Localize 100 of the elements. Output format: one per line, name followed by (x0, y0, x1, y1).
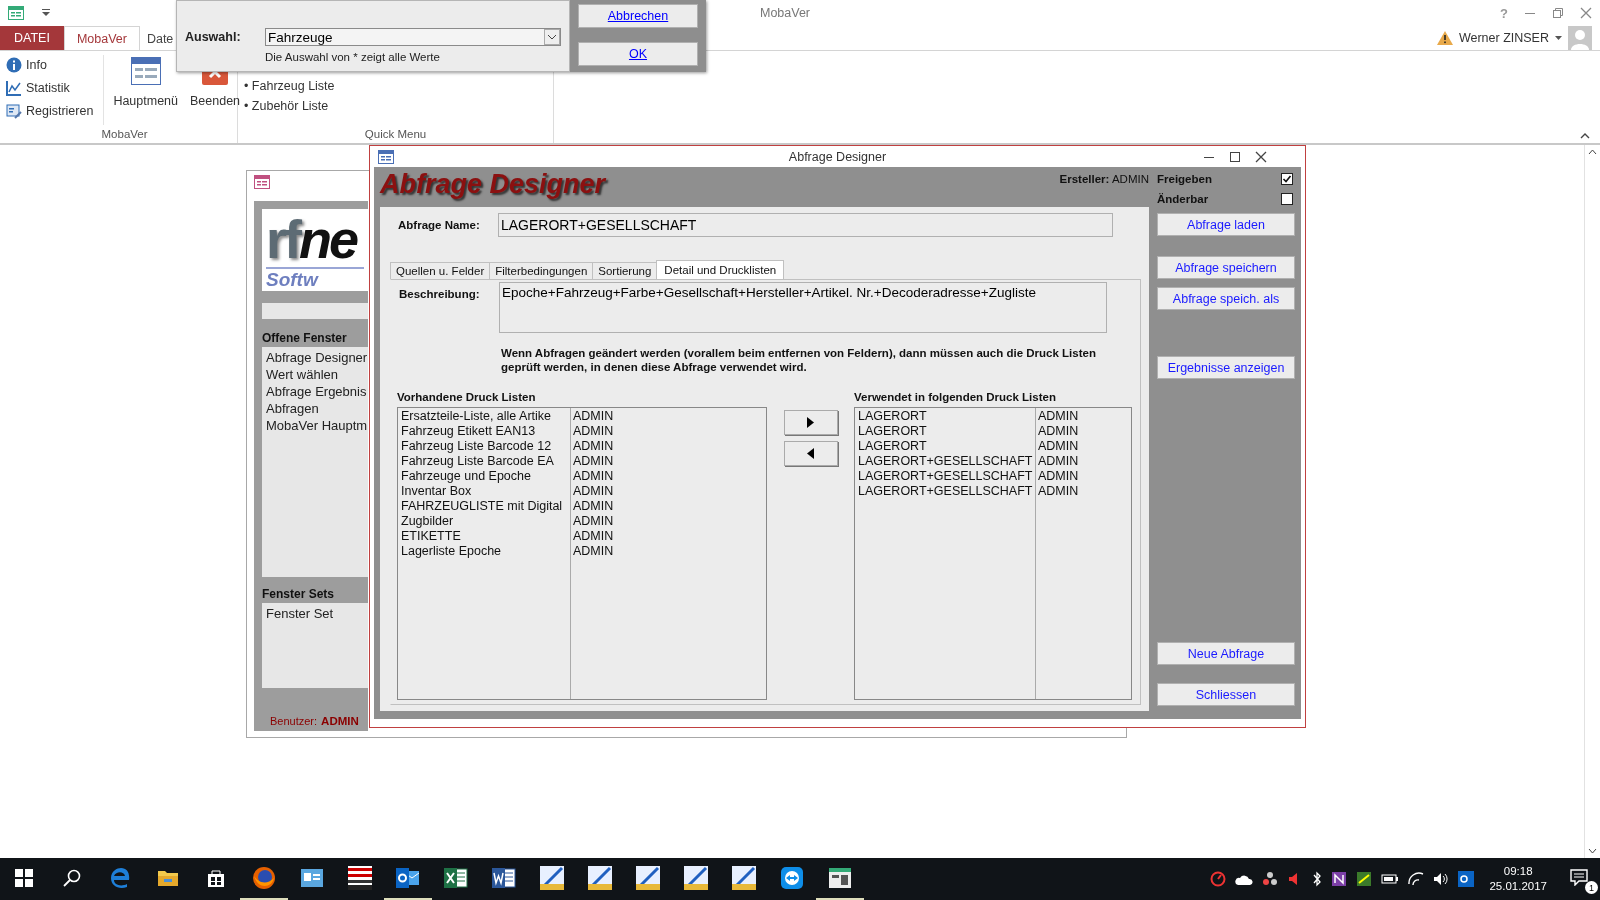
table-cell-text: LAGERORT+GESELLSCHAFT (857, 454, 1034, 469)
group-label: Quick Menu (364, 128, 427, 140)
diagonal-tile-icon[interactable] (732, 866, 756, 890)
table-cell-text: Zugbilder (400, 514, 455, 529)
table-cell-text: ADMIN (572, 514, 615, 529)
wifi-icon[interactable] (1408, 871, 1425, 887)
file-tab[interactable]: DATEI (0, 26, 64, 50)
windows-icon[interactable] (15, 869, 33, 887)
diagonal-tile-icon[interactable] (636, 866, 660, 890)
maximize-button[interactable] (1229, 150, 1241, 163)
tab[interactable]: Filterbedingungen (489, 262, 594, 279)
checkbox[interactable] (1281, 193, 1293, 205)
quick-menu-link[interactable]: • Fahrzeug Liste (244, 79, 544, 93)
list-item[interactable]: Abfragen (266, 400, 364, 417)
document-icon[interactable] (492, 867, 516, 889)
action-button[interactable]: Abfrage speich. als (1157, 287, 1295, 310)
user-name[interactable]: Werner ZINSER (1458, 31, 1549, 45)
clock-time[interactable]: 09:18 (1503, 864, 1533, 879)
form-heading: Abfrage Designer (380, 169, 606, 200)
right-triangle-icon (807, 417, 814, 428)
table-cell-text: ADMIN (572, 499, 615, 514)
table-cell-text: Fahrzeug Etikett EAN13 (400, 424, 537, 439)
scroll-down-icon[interactable] (1588, 848, 1597, 854)
dialog-button[interactable]: Abbrechen (578, 4, 698, 28)
selection-dropdown[interactable]: Fahrzeuge (265, 28, 561, 46)
checkbox[interactable] (1281, 173, 1293, 185)
form-pen-icon (6, 103, 22, 119)
diagonal-tile-icon[interactable] (588, 866, 612, 890)
table-cell-text: ADMIN (572, 529, 615, 544)
card-icon[interactable] (301, 869, 323, 887)
battery-icon[interactable] (1381, 871, 1400, 887)
mail-icon[interactable] (1458, 871, 1475, 887)
action-button[interactable]: Abfrage laden (1157, 213, 1295, 236)
clock-date[interactable]: 25.01.2017 (1489, 879, 1547, 894)
network-icon[interactable] (1262, 871, 1279, 887)
striped-tile-icon[interactable] (348, 866, 372, 890)
list-item[interactable]: Abfrage Ergebnis (266, 383, 364, 400)
table-cell-text: Lagerliste Epoche (400, 544, 503, 559)
user-value: ADMIN (321, 715, 359, 727)
tab[interactable]: Detail und Drucklisten (656, 260, 785, 279)
collapse-ribbon-icon[interactable] (1580, 133, 1590, 139)
add-button[interactable] (783, 410, 838, 435)
gauge-icon[interactable] (1210, 871, 1227, 887)
query-name-field[interactable]: LAGERORT+GESELLSCHAFT (498, 213, 1113, 237)
list-title: Verwendet in folgenden Druck Listen (854, 391, 1057, 403)
ribbon-button[interactable]: Beenden (190, 91, 241, 111)
customize-caret-icon[interactable] (42, 9, 50, 17)
bluetooth-icon[interactable] (1312, 871, 1323, 887)
folder-icon[interactable] (157, 868, 179, 888)
table-cell-text: LAGERORT+GESELLSCHAFT (857, 484, 1034, 499)
spreadsheet-icon[interactable] (444, 867, 468, 889)
logo: rfne Softw (262, 209, 368, 291)
tab[interactable]: Sortierung (592, 262, 658, 279)
action-button[interactable]: Schliessen (1157, 683, 1295, 706)
scroll-up-icon[interactable] (1588, 149, 1597, 155)
user-label: Benutzer: (270, 715, 318, 727)
ribbon-button[interactable]: Statistik (26, 78, 70, 98)
table-cell-text: ADMIN (1037, 469, 1080, 484)
description-field[interactable]: Epoche+Fahrzeug+Farbe+Gesellschaft+Hersteller+Artikel. Nr.+Decoderadresse+Zugliste (499, 282, 1107, 333)
browser-icon[interactable] (109, 867, 131, 889)
section-title: Offene Fenster (262, 331, 348, 345)
hint-text: Die Auswahl von * zeigt alle Werte (265, 51, 441, 63)
info-icon (6, 57, 22, 73)
note-icon[interactable] (1331, 871, 1348, 887)
action-button[interactable]: Abfrage speichern (1157, 256, 1295, 279)
remove-button[interactable] (783, 441, 838, 466)
tab[interactable]: Quellen u. Felder (390, 262, 491, 279)
globe-icon[interactable] (252, 866, 276, 890)
left-triangle-icon (807, 448, 814, 459)
action-button[interactable]: Ergebnisse anzeigen (1157, 356, 1295, 379)
volume-icon[interactable] (1433, 871, 1450, 887)
table-cell-text: LAGERORT (857, 439, 928, 454)
dropdown-caret-icon[interactable] (544, 29, 560, 45)
chip-icon[interactable] (1356, 871, 1373, 887)
diagonal-tile-icon[interactable] (684, 866, 708, 890)
warning-text: Wenn Abfragen geändert werden (vorallem beim entfernen von Feldern), dann müssen auch die Druck Listen geprüft werden, in denen diese Abfrage verwendet wird. (501, 346, 1097, 374)
ribbon-button[interactable]: Info (26, 55, 47, 75)
ribbon-tab[interactable]: MobaVer (63, 26, 140, 50)
action-button[interactable]: Neue Abfrage (1157, 642, 1295, 665)
input-field[interactable] (262, 303, 368, 319)
list-item[interactable]: Wert wählen (266, 366, 364, 383)
search-icon[interactable] (63, 869, 81, 887)
quick-menu-link[interactable]: • Zubehör Liste (244, 99, 544, 113)
notification-icon[interactable] (1570, 868, 1588, 886)
bag-icon[interactable] (206, 868, 226, 888)
list-title: Vorhandene Druck Listen (397, 391, 537, 403)
restore-button[interactable] (1552, 7, 1564, 19)
ribbon-button[interactable]: Hauptmenü (113, 91, 178, 111)
diagonal-tile-icon[interactable] (540, 866, 564, 890)
close-button[interactable] (1255, 150, 1267, 163)
mail-icon[interactable] (396, 867, 420, 889)
warning-icon (1436, 31, 1453, 45)
form-window-icon[interactable] (829, 868, 851, 888)
section-title: Fenster Sets (262, 587, 336, 601)
list-item[interactable]: Fenster Set (266, 605, 364, 622)
remote-icon[interactable] (781, 867, 803, 889)
ribbon-button[interactable]: Registrieren (26, 101, 94, 121)
table-cell-text: ADMIN (1037, 484, 1080, 499)
dialog-button[interactable]: OK (578, 42, 698, 66)
caret-icon[interactable] (1555, 36, 1562, 40)
